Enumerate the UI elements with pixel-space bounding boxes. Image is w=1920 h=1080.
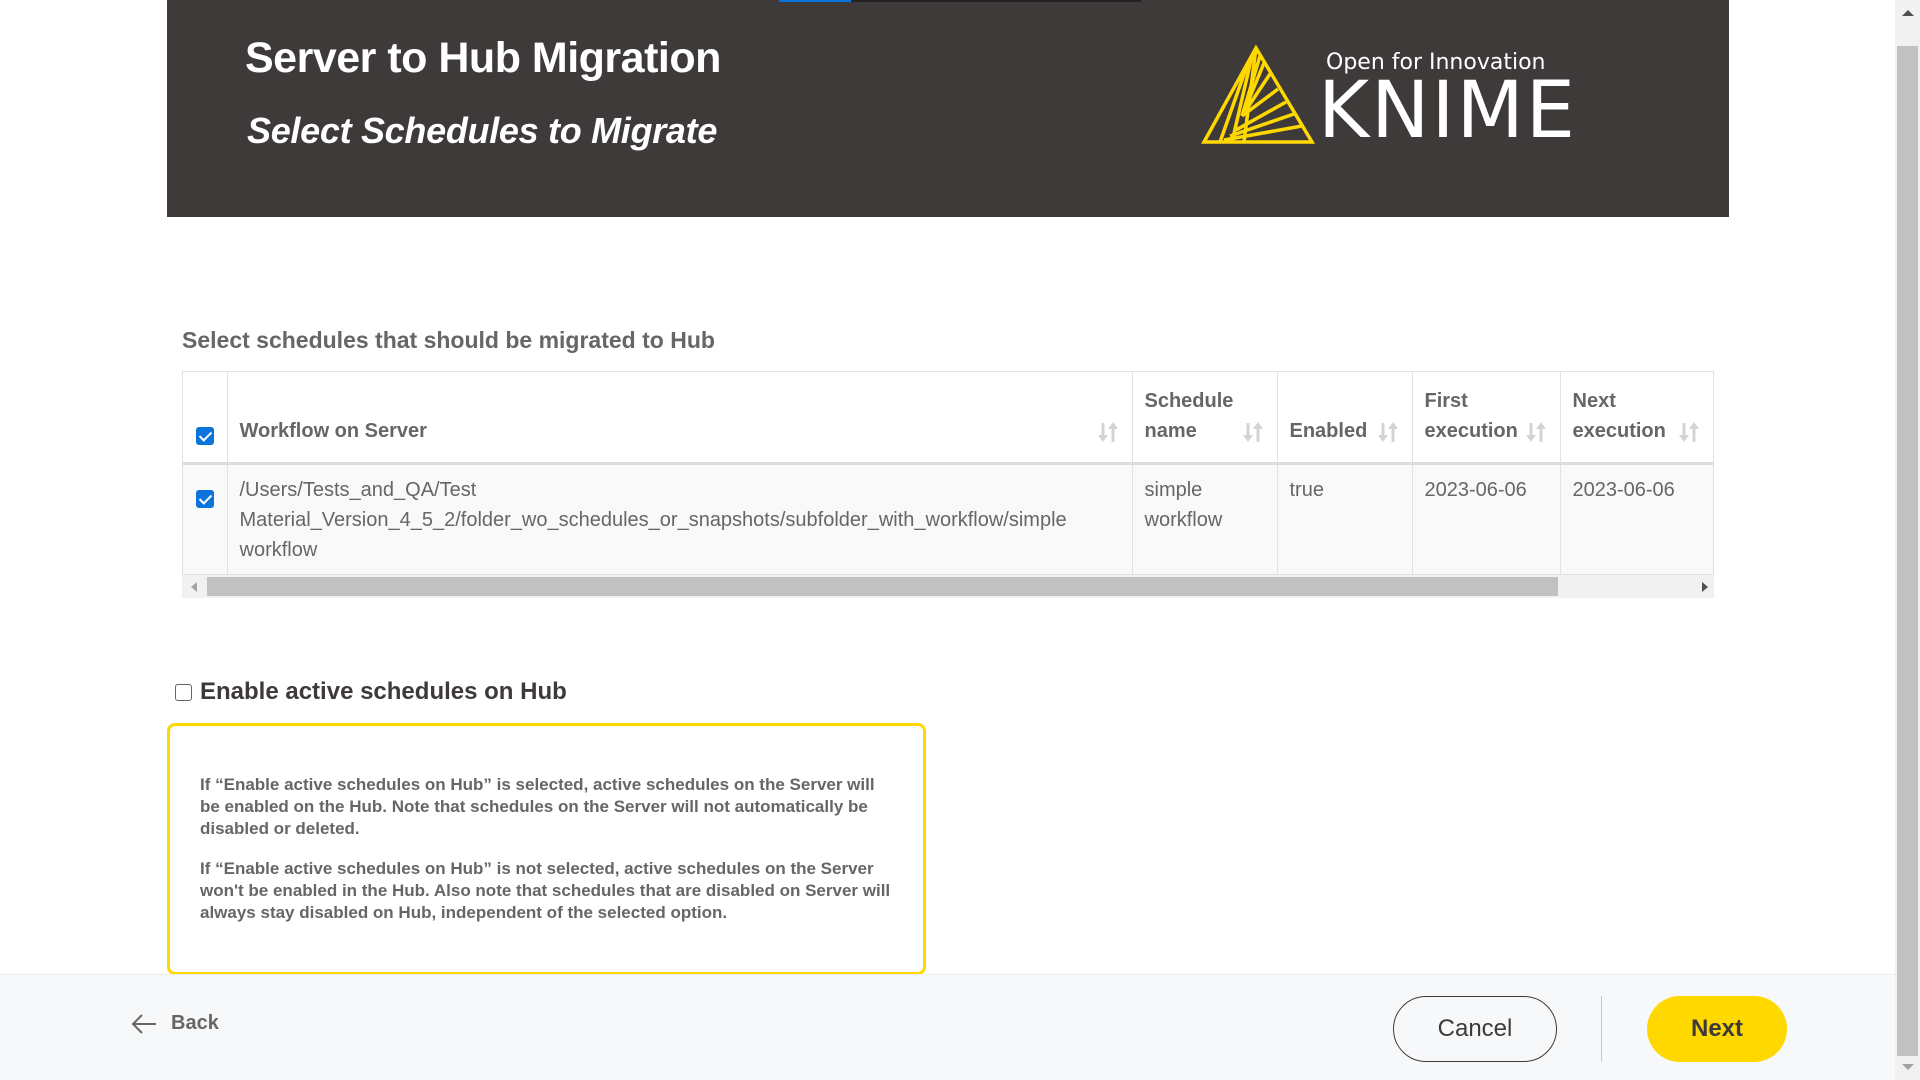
sort-icon[interactable] <box>1524 420 1548 444</box>
scroll-left-icon[interactable] <box>191 582 197 592</box>
progress-bar-fill <box>779 0 852 2</box>
horizontal-scrollbar-thumb[interactable] <box>207 577 1558 596</box>
horizontal-scrollbar[interactable] <box>182 574 1714 598</box>
select-all-cell <box>183 372 228 465</box>
column-header-label: Enabled <box>1289 420 1368 442</box>
migration-wizard: Server to Hub Migration Select Schedules… <box>0 0 1920 1080</box>
column-header-workflow[interactable]: Workflow on Server <box>227 372 1133 465</box>
cell-first-execution: 2023-06-06 <box>1412 463 1561 580</box>
footer-divider <box>1601 996 1602 1062</box>
cancel-button[interactable]: Cancel <box>1393 996 1557 1062</box>
progress-bar <box>779 0 1141 2</box>
info-paragraph: If “Enable active schedules on Hub” is s… <box>200 775 875 838</box>
vertical-scrollbar[interactable] <box>1895 0 1920 1080</box>
schedules-table: Workflow on Server Schedule name Enabled <box>182 371 1714 598</box>
cell-workflow: /Users/Tests_and_QA/Test Material_Versio… <box>227 463 1133 580</box>
sort-icon[interactable] <box>1096 420 1120 444</box>
column-header-enabled[interactable]: Enabled <box>1277 372 1413 465</box>
info-box: If “Enable active schedules on Hub” is s… <box>167 723 926 975</box>
column-header-label: Workflow on Server <box>239 420 427 442</box>
cell-next-execution: 2023-06-06 <box>1560 463 1713 580</box>
page-subtitle: Select Schedules to Migrate <box>247 110 718 151</box>
enable-active-schedules-option[interactable]: Enable active schedules on Hub <box>175 678 567 706</box>
enable-active-schedules-checkbox[interactable] <box>175 683 192 701</box>
sort-icon[interactable] <box>1677 420 1701 444</box>
scroll-up-icon[interactable] <box>1902 10 1914 16</box>
section-label: Select schedules that should be migrated… <box>182 327 715 353</box>
knime-logo: Open for Innovation KNIME <box>1200 42 1600 152</box>
back-button[interactable]: Back <box>131 1012 219 1035</box>
select-all-checkbox[interactable] <box>195 426 214 445</box>
header-banner: Server to Hub Migration Select Schedules… <box>167 0 1729 217</box>
sort-icon[interactable] <box>1241 420 1265 444</box>
column-header-label: Schedule name <box>1144 390 1234 442</box>
scroll-right-icon[interactable] <box>1702 582 1708 592</box>
sort-icon[interactable] <box>1376 420 1400 444</box>
back-label: Back <box>171 1012 219 1034</box>
column-header-next-execution[interactable]: Next execution <box>1560 372 1713 465</box>
vertical-scrollbar-thumb[interactable] <box>1897 46 1918 1056</box>
row-checkbox[interactable] <box>195 489 214 508</box>
cell-schedule-name: simple workflow <box>1132 463 1278 580</box>
column-header-first-execution[interactable]: First execution <box>1412 372 1561 465</box>
arrow-left-icon <box>131 1013 156 1034</box>
scroll-down-icon[interactable] <box>1902 1064 1914 1070</box>
row-select-cell <box>183 463 228 580</box>
logo-wordmark: KNIME <box>1318 66 1578 156</box>
knime-triangle-icon <box>1201 44 1316 144</box>
next-button[interactable]: Next <box>1647 996 1787 1062</box>
column-header-label: First execution <box>1424 390 1518 442</box>
info-paragraph: If “Enable active schedules on Hub” is n… <box>200 859 891 922</box>
column-header-label: Next execution <box>1572 390 1666 442</box>
footer-bar: Back Cancel Next <box>0 974 1895 1080</box>
cell-enabled: true <box>1277 463 1413 580</box>
table-row[interactable]: /Users/Tests_and_QA/Test Material_Versio… <box>183 463 1713 580</box>
enable-active-schedules-label[interactable]: Enable active schedules on Hub <box>200 678 567 706</box>
column-header-schedule-name[interactable]: Schedule name <box>1132 372 1278 465</box>
page-title: Server to Hub Migration <box>245 34 721 82</box>
table-header-row: Workflow on Server Schedule name Enabled <box>183 372 1713 465</box>
